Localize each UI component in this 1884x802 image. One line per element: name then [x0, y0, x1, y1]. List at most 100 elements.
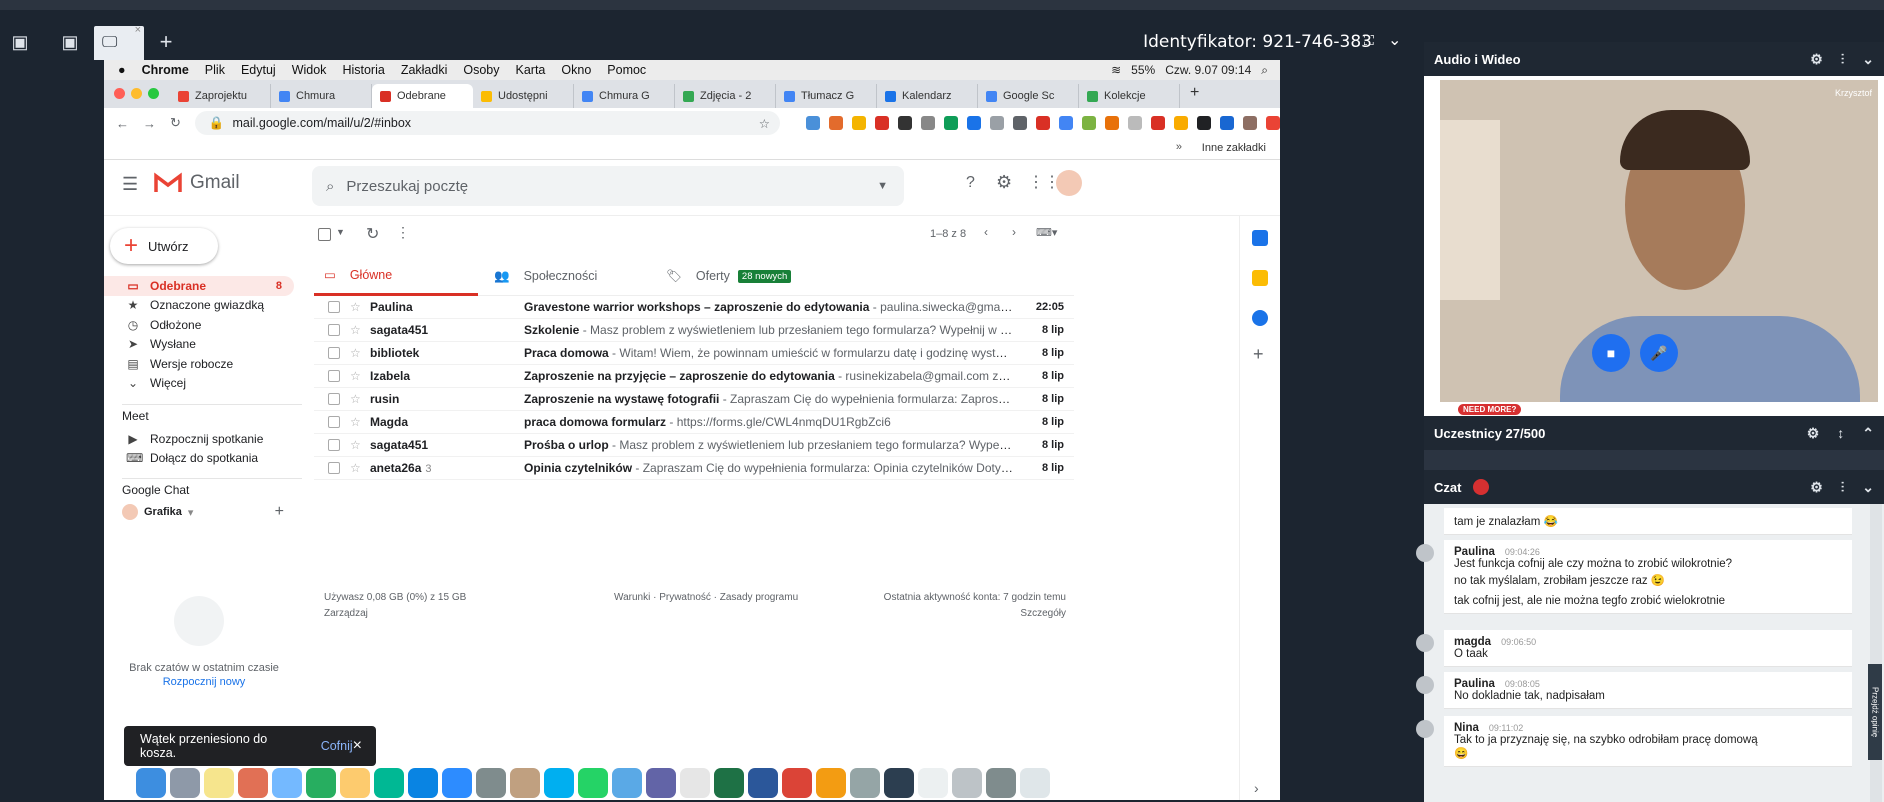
- search-options-icon[interactable]: ▼: [877, 180, 888, 192]
- pin-icon[interactable]: ⫶: [1841, 51, 1845, 68]
- more-vert-icon[interactable]: ⋮: [396, 224, 410, 241]
- search-icon[interactable]: ⌕: [1261, 63, 1268, 78]
- participants-header[interactable]: Uczestnicy 27/500 ⚙ ↕ ⌃: [1424, 416, 1884, 450]
- star-icon[interactable]: ☆: [759, 116, 770, 131]
- display-icon[interactable]: [952, 768, 982, 798]
- browser-tab[interactable]: Kolekcje: [1079, 84, 1180, 108]
- next-page-icon[interactable]: ›: [1012, 225, 1016, 239]
- select-all-checkbox[interactable]: [318, 228, 331, 241]
- chevron-down-icon[interactable]: ⌄: [1862, 479, 1874, 496]
- pin-icon[interactable]: ⫶: [1841, 479, 1845, 496]
- other-bookmarks[interactable]: Inne zakładki: [1202, 142, 1266, 154]
- close-window-button[interactable]: [114, 88, 125, 99]
- browser-tab[interactable]: Chmura G: [574, 84, 675, 108]
- gmail-search[interactable]: ⌕ Przeszukaj pocztę ▼: [312, 166, 904, 206]
- screen-tab[interactable]: 🖵 ×: [94, 24, 144, 60]
- nav-drafts[interactable]: ▤ Wersje robocze: [104, 354, 304, 374]
- star-icon[interactable]: ☆: [350, 300, 364, 314]
- image-icon[interactable]: ▣: [2, 24, 38, 60]
- menu-item[interactable]: Okno: [561, 63, 591, 77]
- pen-icon[interactable]: [612, 768, 642, 798]
- calendar-icon[interactable]: [1252, 230, 1268, 246]
- add-chat-icon[interactable]: +: [275, 503, 284, 521]
- stickies-icon[interactable]: [986, 768, 1016, 798]
- nav-sent[interactable]: ➤ Wysłane: [104, 335, 304, 355]
- preview-icon[interactable]: [850, 768, 880, 798]
- nav-snoozed[interactable]: ◷ Odłożone: [104, 315, 304, 335]
- extension-icon[interactable]: [1174, 116, 1188, 130]
- resize-icon[interactable]: ↕: [1837, 425, 1844, 442]
- email-row[interactable]: ☆ Magda praca domowa formularz - https://f…: [314, 411, 1074, 434]
- photos-icon[interactable]: [238, 768, 268, 798]
- details-link[interactable]: Szczegóły: [1020, 608, 1066, 619]
- extension-icon[interactable]: [1151, 116, 1165, 130]
- notebook-icon[interactable]: [510, 768, 540, 798]
- row-checkbox[interactable]: [328, 393, 340, 405]
- tab-primary[interactable]: ▭ Główne: [314, 256, 478, 296]
- email-row[interactable]: ☆ Izabela Zaproszenie na przyjęcie – zapro…: [314, 365, 1074, 388]
- meet-join[interactable]: ⌨ Dołącz do spotkania: [122, 449, 302, 469]
- extension-icon[interactable]: [1266, 116, 1280, 130]
- new-tab-icon[interactable]: +: [1180, 84, 1209, 108]
- back-icon[interactable]: ←: [116, 116, 129, 131]
- menu-item[interactable]: Karta: [516, 63, 546, 77]
- need-more-badge[interactable]: NEED MORE?: [1458, 404, 1522, 415]
- extension-icon[interactable]: [1036, 116, 1050, 130]
- chevron-up-icon[interactable]: ⌃: [1862, 425, 1874, 442]
- menu-item[interactable]: Edytuj: [241, 63, 276, 77]
- help-icon[interactable]: ?: [966, 174, 975, 192]
- row-checkbox[interactable]: [328, 301, 340, 313]
- chat-user[interactable]: Grafika ▾ +: [122, 503, 302, 521]
- browser-tab-active[interactable]: Odebrane: [372, 84, 473, 108]
- row-checkbox[interactable]: [328, 370, 340, 382]
- extension-icon[interactable]: [875, 116, 889, 130]
- browser-tab[interactable]: Udostępni: [473, 84, 574, 108]
- url-field[interactable]: 🔒 mail.google.com/mail/u/2/#inbox ☆: [194, 111, 780, 135]
- star-icon[interactable]: ☆: [350, 346, 364, 360]
- gear-icon[interactable]: ⚙: [1810, 51, 1823, 68]
- menu-item[interactable]: Zakładki: [401, 63, 448, 77]
- keep-icon[interactable]: [1252, 270, 1268, 286]
- teams-icon[interactable]: [646, 768, 676, 798]
- chrome-icon[interactable]: [782, 768, 812, 798]
- star-icon[interactable]: ☆: [350, 369, 364, 383]
- nav-inbox[interactable]: ▭ Odebrane 8: [104, 276, 294, 296]
- extension-icon[interactable]: [1220, 116, 1234, 130]
- feedback-side-tab[interactable]: Przejdź opinię: [1868, 664, 1882, 760]
- email-row[interactable]: ☆ bibliotek Praca domowa - Witam! Wiem, że…: [314, 342, 1074, 365]
- pages-icon[interactable]: [340, 768, 370, 798]
- tab-promotions[interactable]: 🏷 Oferty 28 nowych: [666, 256, 792, 296]
- gallery-icon[interactable]: ▣: [52, 24, 88, 60]
- gear-icon[interactable]: ⚙: [1807, 425, 1820, 442]
- word-icon[interactable]: [748, 768, 778, 798]
- maximize-window-button[interactable]: [148, 88, 159, 99]
- browser-tab[interactable]: Zaprojektu: [170, 84, 271, 108]
- chat-emoji-icon[interactable]: [1473, 479, 1490, 495]
- browser-tab[interactable]: Tłumacz G: [776, 84, 877, 108]
- extension-icon[interactable]: [990, 116, 1004, 130]
- microphone-button[interactable]: 🎤: [1640, 334, 1678, 372]
- trash-icon[interactable]: [1020, 768, 1050, 798]
- keynote-icon[interactable]: [408, 768, 438, 798]
- record-icon[interactable]: [680, 768, 710, 798]
- extension-icon[interactable]: [852, 116, 866, 130]
- extension-icon[interactable]: [944, 116, 958, 130]
- menu-item[interactable]: Historia: [342, 63, 384, 77]
- nav-more[interactable]: ⌄ Więcej: [104, 374, 304, 394]
- compose-button[interactable]: + Utwórz: [110, 228, 218, 264]
- manage-storage-link[interactable]: Zarządzaj: [324, 608, 368, 619]
- meet-start[interactable]: ▶ Rozpocznij spotkanie: [122, 429, 302, 449]
- browser-tab[interactable]: Kalendarz: [877, 84, 978, 108]
- gear-icon[interactable]: ⚙: [1810, 479, 1823, 496]
- row-checkbox[interactable]: [328, 439, 340, 451]
- wifi-icon[interactable]: ≋: [1111, 63, 1121, 78]
- browser-tab[interactable]: Zdjęcia - 2: [675, 84, 776, 108]
- chevron-down-icon[interactable]: ⌄: [1388, 30, 1401, 50]
- row-checkbox[interactable]: [328, 347, 340, 359]
- apple-icon[interactable]: ●: [118, 63, 126, 77]
- profile-avatar[interactable]: [1243, 116, 1257, 130]
- email-row[interactable]: ☆ sagata451 Prośba o urlop - Masz problem …: [314, 434, 1074, 457]
- row-checkbox[interactable]: [328, 416, 340, 428]
- extension-icon[interactable]: [829, 116, 843, 130]
- extension-icon[interactable]: [967, 116, 981, 130]
